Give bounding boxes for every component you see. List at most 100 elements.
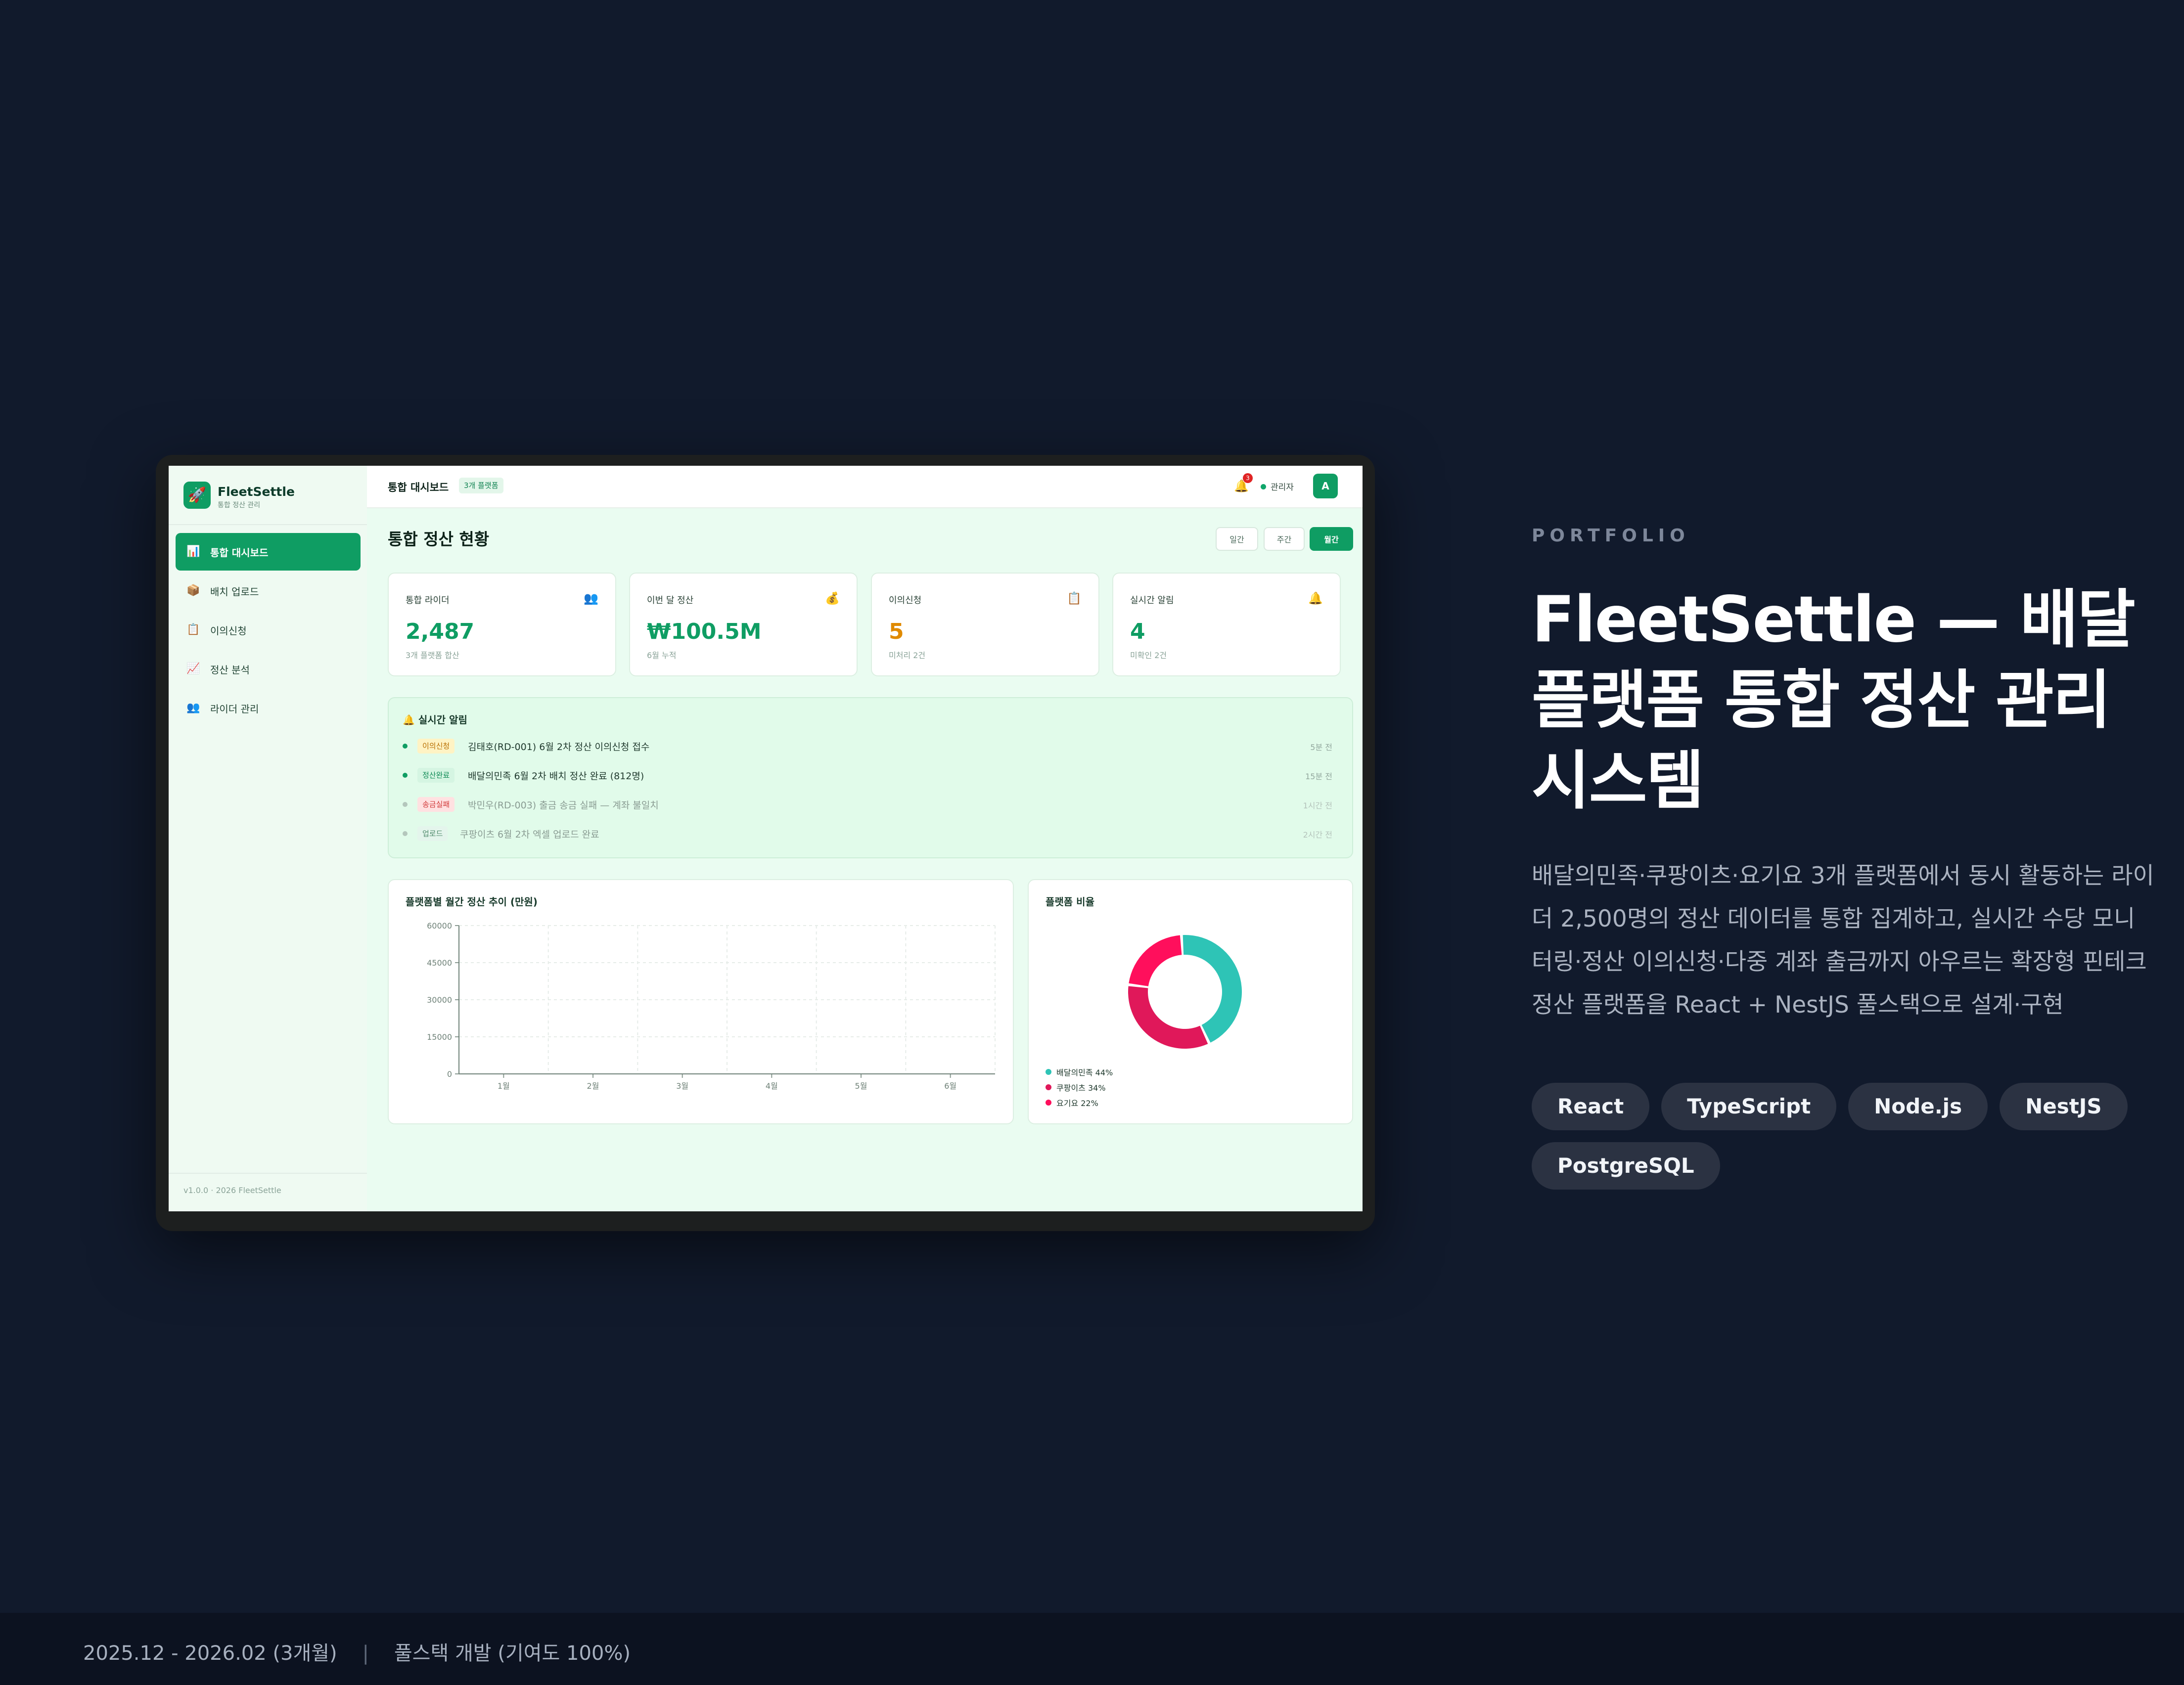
sidebar-item-label: 배치 업로드: [210, 586, 259, 598]
legend-label: 쿠팡이츠 34%: [1056, 1083, 1106, 1093]
tech-tag: NestJS: [2000, 1083, 2128, 1130]
project-role: 풀스택 개발 (기여도 100%): [394, 1642, 631, 1665]
sidebar-item-label: 이의신청: [210, 625, 247, 637]
alert-item[interactable]: 송금실패 박민우(RD-003) 출금 송금 실패 — 계좌 불일치 1시간 전: [403, 795, 1332, 815]
y-tick-label: 60000: [427, 921, 452, 931]
legend-label: 배달의민족 44%: [1056, 1068, 1113, 1077]
monthly-trend-chart-card: 플랫폼별 월간 정산 추이 (만원) 0 15000 30000 45000 60000…: [388, 879, 1014, 1124]
monthly-trend-chart: 0 15000 30000 45000 60000 1월 2월 3월 4월 5월 6월: [427, 921, 996, 1091]
legend-swatch: [1046, 1100, 1051, 1106]
stat-card-label: 통합 라이더: [406, 595, 450, 606]
alert-text: 박민우(RD-003) 출금 송금 실패 — 계좌 불일치: [468, 800, 659, 811]
main-content: 통합 정산 현황 일간 주간 월간 통합 라이더 👥 2,487 3개 플랫폼 …: [367, 508, 1363, 1211]
footer-text: 2025.12 - 2026.02 (3개월) | 풀스택 개발 (기여도 10…: [83, 1637, 631, 1666]
page-title: 통합 정산 현황: [388, 530, 490, 549]
donut-slice[interactable]: [1129, 935, 1182, 986]
legend-swatch: [1046, 1084, 1051, 1090]
people-icon: 👥: [584, 591, 598, 605]
footer-separator: |: [362, 1642, 369, 1665]
tech-stack-tags: React TypeScript Node.js NestJS PostgreSQL: [1532, 1083, 2155, 1201]
sidebar-item-disputes[interactable]: 📋 이의신청: [176, 611, 361, 649]
y-tick-label: 30000: [427, 995, 452, 1005]
sidebar-footer-divider: [169, 1173, 367, 1174]
sidebar-item-analysis[interactable]: 📈 정산 분석: [176, 650, 361, 688]
alert-text: 김태호(RD-001) 6월 2차 정산 이의신청 접수: [468, 742, 650, 753]
stat-card-label: 이번 달 정산: [647, 595, 694, 606]
brand-name: FleetSettle: [218, 485, 295, 499]
project-headline: FleetSettle — 배달 플랫폼 통합 정산 관리 시스템: [1532, 583, 2136, 818]
people-icon: 👥: [186, 702, 200, 714]
stat-card-riders[interactable]: 통합 라이더 👥 2,487 3개 플랫폼 합산: [388, 573, 616, 676]
project-period: 2025.12 - 2026.02 (3개월): [83, 1642, 337, 1665]
version-footer: v1.0.0 · 2026 FleetSettle: [183, 1186, 281, 1195]
rocket-icon: 🚀: [183, 482, 211, 509]
bell-icon: 🔔: [1308, 591, 1323, 605]
alert-tag: 이의신청: [417, 739, 455, 754]
sidebar-nav: 📊 통합 대시보드 📦 배치 업로드 📋 이의신청 📈 정산 분석 👥 라이더 …: [176, 533, 361, 728]
alert-item[interactable]: 정산완료 배달의민족 6월 2차 배치 정산 완료 (812명) 15분 전: [403, 766, 1332, 786]
alerts-title-text: 실시간 알림: [418, 714, 467, 726]
x-tick-label: 2월: [587, 1081, 599, 1091]
alert-text: 배달의민족 6월 2차 배치 정산 완료 (812명): [468, 771, 644, 782]
stat-card-value: 2,487: [406, 619, 475, 644]
y-tick-label: 45000: [427, 958, 452, 968]
sidebar-item-dashboard[interactable]: 📊 통합 대시보드: [176, 533, 361, 571]
realtime-alerts-panel: 🔔 실시간 알림 이의신청 김태호(RD-001) 6월 2차 정산 이의신청 …: [388, 697, 1353, 858]
clipboard-icon: 📋: [186, 623, 200, 636]
legend-swatch: [1046, 1069, 1051, 1075]
period-weekly-button[interactable]: 주간: [1264, 527, 1305, 551]
trend-icon: 📈: [186, 663, 200, 675]
project-description: 배달의민족·쿠팡이츠·요기요 3개 플랫폼에서 동시 활동하는 라이더 2,50…: [1532, 862, 2154, 1019]
y-tick-label: 15000: [427, 1032, 452, 1042]
alert-item[interactable]: 이의신청 김태호(RD-001) 6월 2차 정산 이의신청 접수 5분 전: [403, 737, 1332, 756]
y-tick-label: 0: [447, 1069, 452, 1079]
x-tick-label: 4월: [766, 1081, 778, 1091]
sidebar-item-label: 통합 대시보드: [210, 547, 269, 559]
notification-count-badge: 3: [1243, 473, 1253, 483]
period-daily-button[interactable]: 일간: [1216, 527, 1258, 551]
stat-card-note: 미확인 2건: [1130, 651, 1167, 660]
avatar[interactable]: A: [1313, 474, 1338, 498]
platform-count-badge: 3개 플랫폼: [459, 478, 503, 493]
package-icon: 📦: [186, 584, 200, 597]
stat-card-disputes[interactable]: 이의신청 📋 5 미처리 2건: [871, 573, 1099, 676]
sidebar-item-label: 정산 분석: [210, 664, 250, 676]
chart-icon: 📊: [186, 545, 200, 558]
stat-card-note: 미처리 2건: [889, 651, 926, 660]
platform-ratio-card: 플랫폼 비율 배달의민족 44% 쿠팡이츠 34% 요기요 22%: [1028, 879, 1353, 1124]
stat-card-monthly-settlement[interactable]: 이번 달 정산 💰 ₩100.5M 6월 누적: [629, 573, 858, 676]
period-monthly-button[interactable]: 월간: [1310, 527, 1353, 551]
tech-tag: React: [1532, 1083, 1650, 1130]
sidebar: 🚀 FleetSettle 통합 정산 관리 📊 통합 대시보드 📦 배치 업로…: [169, 466, 368, 1211]
alert-time: 15분 전: [1305, 772, 1332, 781]
sidebar-item-riders[interactable]: 👥 라이더 관리: [176, 689, 361, 727]
topbar-title: 통합 대시보드: [388, 482, 449, 493]
alert-tag: 송금실패: [417, 797, 455, 812]
alert-item[interactable]: 업로드 쿠팡이츠 6월 2차 엑셀 업로드 완료 2시간 전: [403, 824, 1332, 844]
stat-card-alerts[interactable]: 실시간 알림 🔔 4 미확인 2건: [1112, 573, 1341, 676]
alert-text: 쿠팡이츠 6월 2차 엑셀 업로드 완료: [460, 829, 599, 840]
stat-card-label: 실시간 알림: [1130, 595, 1174, 606]
sidebar-item-label: 라이더 관리: [210, 703, 259, 715]
alert-tag: 정산완료: [417, 768, 455, 783]
tech-tag: Node.js: [1848, 1083, 1988, 1130]
stat-card-value: ₩100.5M: [647, 619, 762, 644]
device-mockup: 🚀 FleetSettle 통합 정산 관리 📊 통합 대시보드 📦 배치 업로…: [156, 455, 1375, 1231]
x-tick-label: 3월: [676, 1081, 688, 1091]
tech-tag: PostgreSQL: [1532, 1142, 1720, 1190]
clipboard-icon: 📋: [1067, 591, 1082, 605]
footer-bar: 2025.12 - 2026.02 (3개월) | 풀스택 개발 (기여도 10…: [0, 1613, 2184, 1685]
app-screen: 🚀 FleetSettle 통합 정산 관리 📊 통합 대시보드 📦 배치 업로…: [169, 466, 1363, 1211]
donut-slice[interactable]: [1128, 986, 1208, 1049]
alerts-title: 🔔 실시간 알림: [403, 712, 467, 726]
stat-card-value: 4: [1130, 619, 1145, 644]
donut-slice[interactable]: [1183, 935, 1242, 1043]
sidebar-item-batch-upload[interactable]: 📦 배치 업로드: [176, 572, 361, 610]
user-name[interactable]: 관리자: [1271, 480, 1294, 492]
stat-card-note: 6월 누적: [647, 651, 677, 660]
online-status-dot: [1261, 484, 1266, 489]
eyebrow-label: PORTFOLIO: [1532, 526, 1690, 546]
x-tick-label: 5월: [855, 1081, 867, 1091]
stat-card-label: 이의신청: [889, 595, 922, 606]
brand[interactable]: 🚀 FleetSettle 통합 정산 관리: [183, 482, 362, 511]
